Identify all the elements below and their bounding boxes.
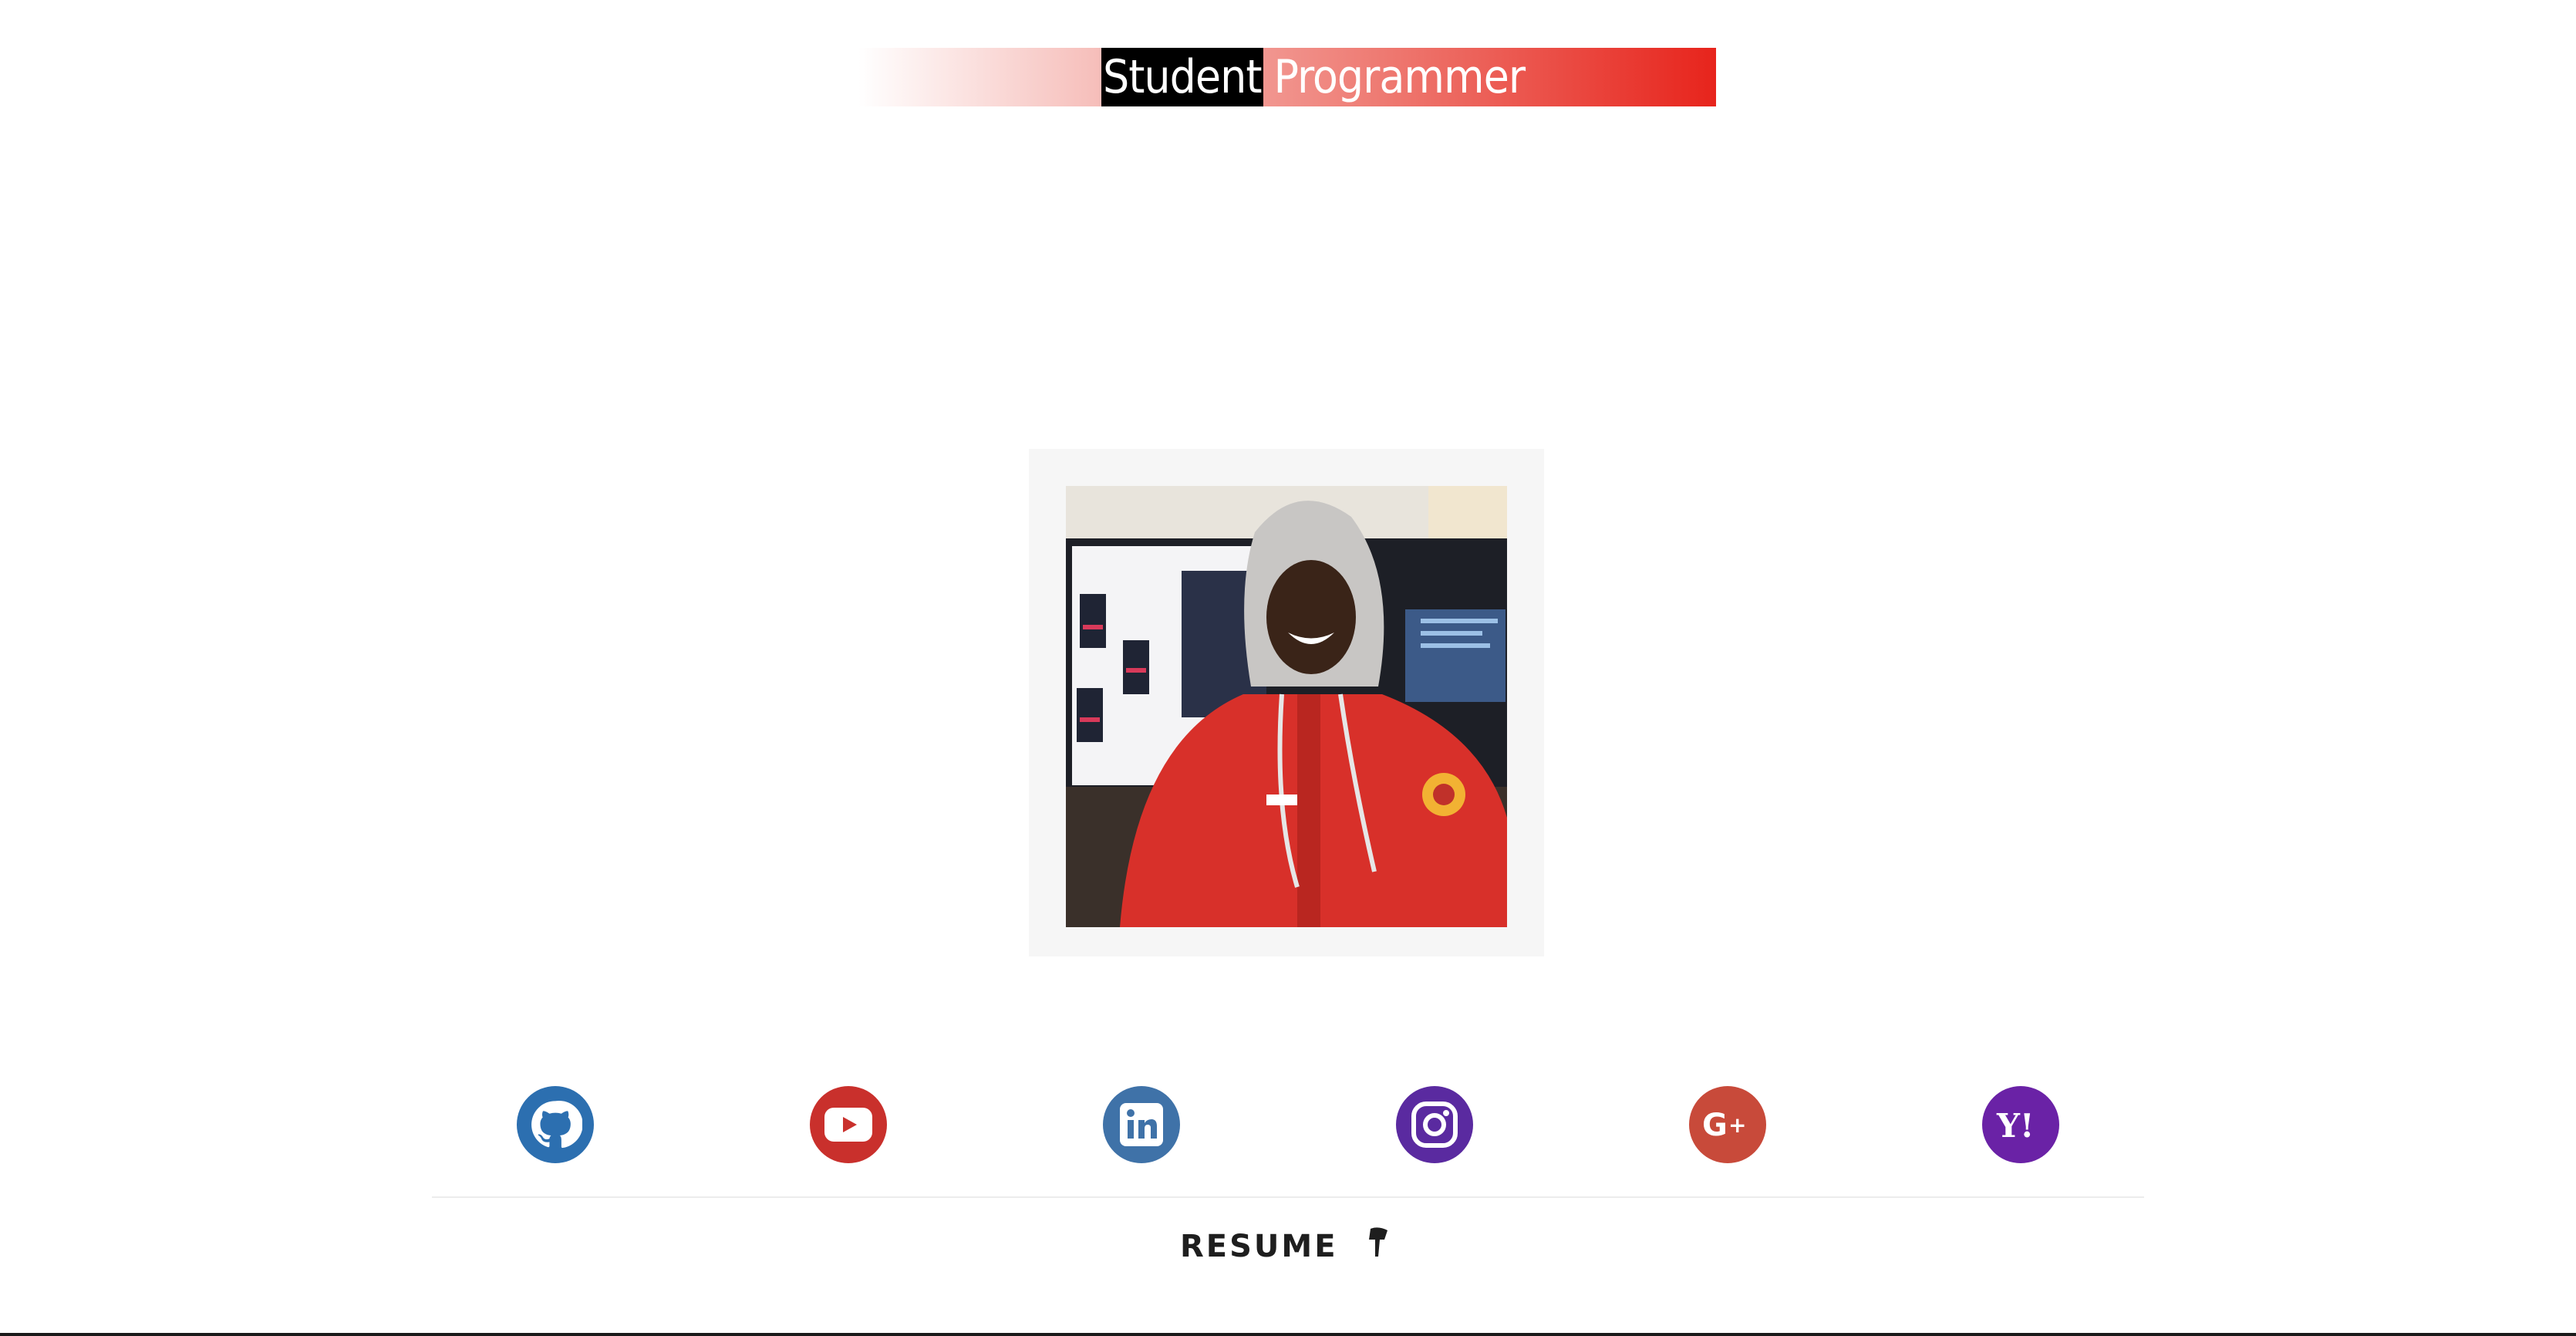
pin-icon: [1364, 1226, 1392, 1267]
page-bottom-border: [0, 1333, 2576, 1336]
brand-word-programmer: Programmer: [1273, 50, 1526, 104]
social-links: G + Y!: [432, 1068, 2144, 1180]
youtube-icon[interactable]: [810, 1086, 887, 1163]
brand-word-student: Student: [1101, 48, 1263, 106]
svg-text:+: +: [1728, 1112, 1746, 1138]
footer-divider: [432, 1196, 2144, 1198]
svg-text:Y!: Y!: [1996, 1108, 2034, 1142]
profile-card: [1029, 449, 1544, 956]
google-plus-glyph: G +: [1702, 1108, 1746, 1142]
instagram-icon[interactable]: [1396, 1086, 1473, 1163]
linkedin-icon[interactable]: [1103, 1086, 1180, 1163]
linkedin-glyph: [1120, 1103, 1163, 1146]
profile-photo-illustration: [1066, 486, 1507, 927]
github-icon[interactable]: [517, 1086, 594, 1163]
resume-link[interactable]: RESUME: [1180, 1222, 1392, 1271]
svg-text:G: G: [1702, 1108, 1728, 1142]
profile-photo: [1066, 486, 1507, 927]
instagram-glyph: [1411, 1102, 1458, 1148]
youtube-glyph: [824, 1108, 872, 1142]
site-brand[interactable]: Student Programmer: [1101, 48, 1526, 106]
github-glyph: [531, 1100, 582, 1149]
resume-label: RESUME: [1180, 1229, 1338, 1264]
yahoo-icon[interactable]: Y!: [1982, 1086, 2059, 1163]
yahoo-glyph: Y!: [1996, 1108, 2034, 1142]
google-plus-icon[interactable]: G +: [1689, 1086, 1766, 1163]
pin-glyph: [1368, 1227, 1387, 1257]
